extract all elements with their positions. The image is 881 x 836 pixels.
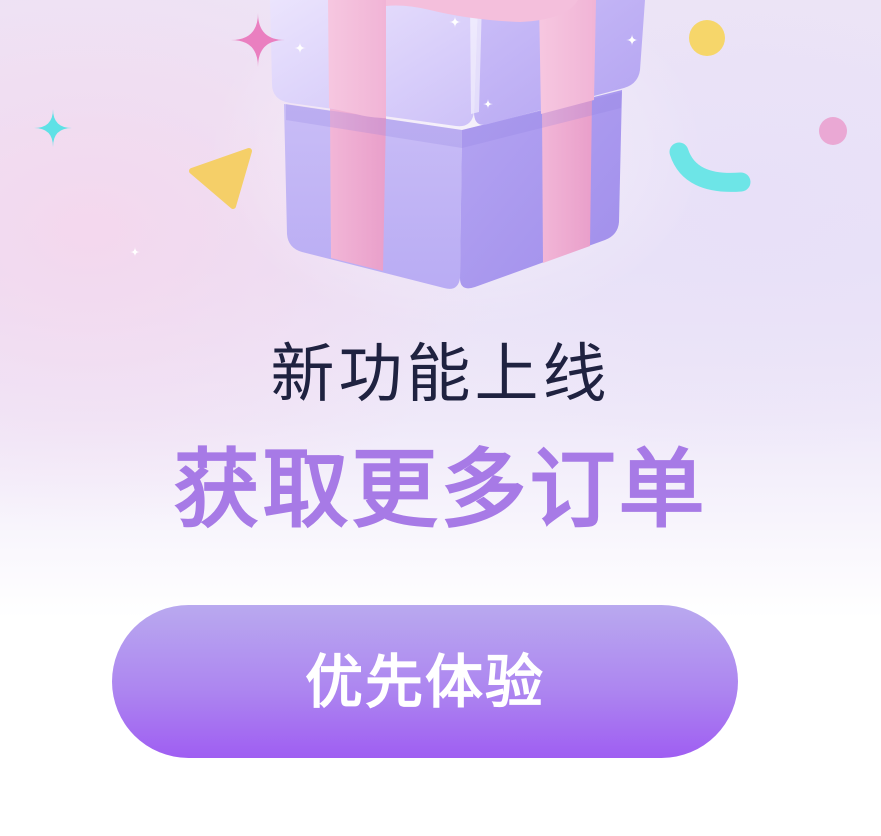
headline: 获取更多订单 [173, 440, 708, 540]
cyan-sparkle-star-icon [34, 109, 72, 147]
pink-circle-confetti-icon [819, 117, 847, 145]
gift-box-icon [270, 0, 645, 289]
try-first-button[interactable]: 优先体验 [112, 605, 738, 758]
yellow-circle-confetti-icon [689, 20, 725, 56]
try-first-button-label: 优先体验 [304, 647, 545, 716]
feature-title: 新功能上线 [270, 338, 611, 412]
gift-ribbon-lid-left [328, 0, 386, 118]
white-sparkle-icon [130, 247, 140, 257]
promo-card: 新功能上线 获取更多订单 优先体验 [0, 0, 881, 836]
cyan-arc-confetti-icon [669, 142, 751, 192]
